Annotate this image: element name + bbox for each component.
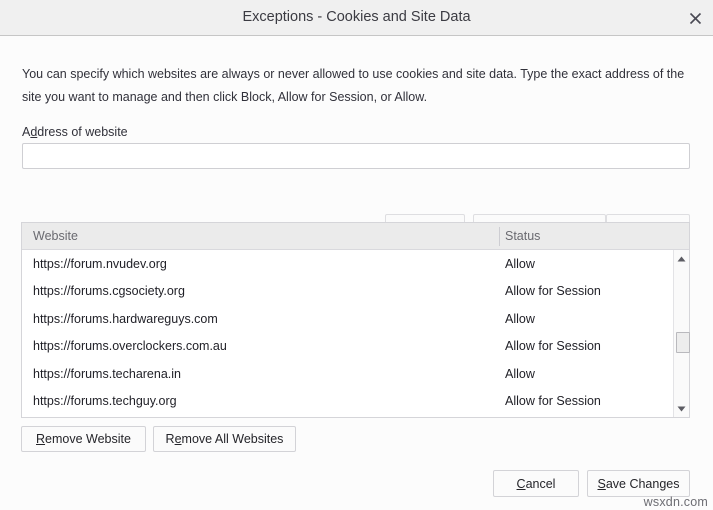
remove-website-button-label: Remove Website	[36, 432, 131, 446]
remove-all-websites-button[interactable]: Remove All Websites	[153, 426, 296, 452]
close-icon[interactable]	[681, 4, 709, 32]
cell-website: https://forums.techguy.org	[33, 394, 177, 409]
dialog-titlebar: Exceptions - Cookies and Site Data	[0, 0, 713, 36]
cell-website: https://forums.cgsociety.org	[33, 284, 185, 299]
description-text: You can specify which websites are alway…	[22, 67, 685, 104]
scroll-up-arrow-icon[interactable]	[674, 251, 689, 266]
cell-website: https://forum.nvudev.org	[33, 256, 167, 271]
table-row[interactable]: https://forum.nvudev.org Allow	[22, 250, 673, 278]
exceptions-list-rows: https://forum.nvudev.org Allow https://f…	[22, 250, 673, 417]
address-label-suffix: dress of website	[37, 125, 128, 139]
column-separator	[499, 227, 500, 246]
table-row[interactable]: https://forums.hardwareguys.com Allow	[22, 305, 673, 333]
dialog-title: Exceptions - Cookies and Site Data	[242, 9, 471, 25]
cell-website: https://forums.hardwareguys.com	[33, 311, 218, 326]
address-input[interactable]	[22, 143, 690, 169]
scroll-down-arrow-icon[interactable]	[674, 401, 689, 416]
cell-status: Allow	[505, 256, 535, 271]
cell-website: https://forums.techarena.in	[33, 366, 181, 381]
cancel-button[interactable]: Cancel	[493, 470, 579, 497]
list-header-row: Website Status	[22, 223, 689, 250]
cell-status: Allow for Session	[505, 284, 601, 299]
save-changes-button-label: Save Changes	[597, 476, 680, 491]
cell-status: Allow	[505, 311, 535, 326]
remove-all-websites-button-label: Remove All Websites	[165, 432, 284, 446]
save-changes-button[interactable]: Save Changes	[587, 470, 690, 497]
list-vertical-scrollbar[interactable]	[673, 250, 690, 417]
cell-status: Allow for Session	[505, 339, 601, 354]
column-header-status[interactable]: Status	[505, 223, 540, 249]
table-row[interactable]: https://forums.techguy.org Allow for Ses…	[22, 388, 673, 416]
remove-website-button[interactable]: Remove Website	[21, 426, 146, 452]
column-header-website[interactable]: Website	[33, 223, 78, 249]
scroll-thumb[interactable]	[676, 332, 690, 353]
dialog-body: You can specify which websites are alway…	[0, 36, 713, 510]
cell-status: Allow	[505, 366, 535, 381]
watermark: wsxdn.com	[643, 495, 708, 509]
cell-status: Allow for Session	[505, 394, 601, 409]
exceptions-list-panel: Website Status https://forum.nvudev.org …	[21, 222, 690, 418]
cancel-button-label: Cancel	[516, 476, 556, 491]
address-of-website-label: Address of website	[22, 125, 128, 139]
cell-website: https://forums.overclockers.com.au	[33, 339, 227, 354]
table-row[interactable]: https://forums.overclockers.com.au Allow…	[22, 333, 673, 361]
table-row[interactable]: https://forums.techarena.in Allow	[22, 360, 673, 388]
table-row[interactable]: https://forums.cgsociety.org Allow for S…	[22, 278, 673, 306]
